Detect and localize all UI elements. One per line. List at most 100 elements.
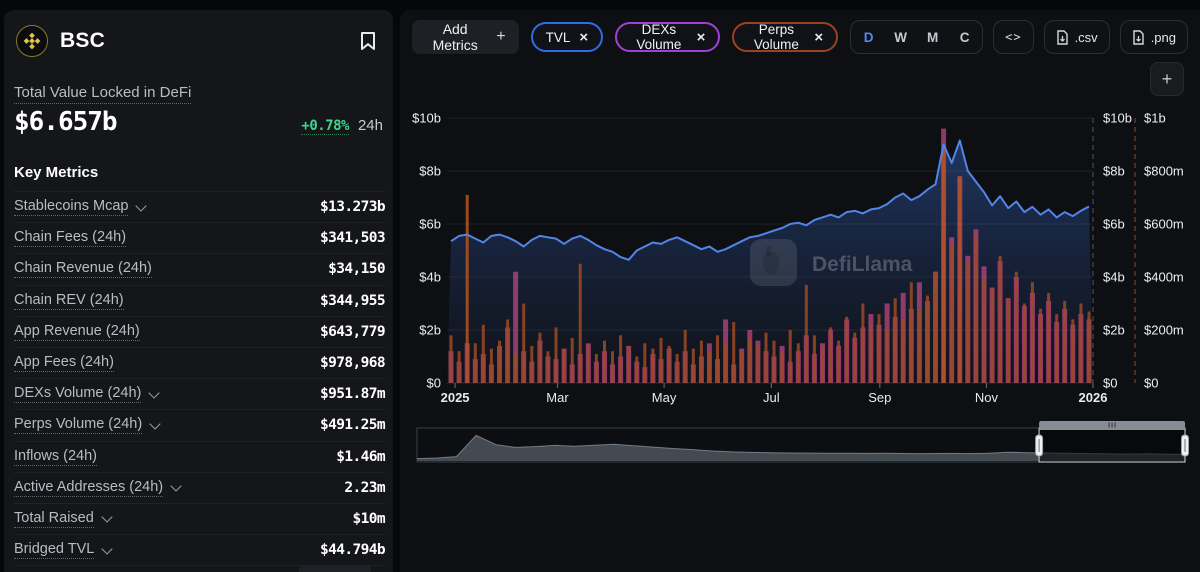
svg-text:$2b: $2b [1103, 323, 1125, 338]
tvl-change-24h[interactable]: +0.78% [301, 118, 349, 135]
chevron-down-icon[interactable] [149, 387, 160, 398]
metric-value: $951.87m [320, 386, 385, 402]
svg-text:$8b: $8b [419, 164, 441, 179]
sidebar-bottom-partial-button[interactable] [299, 565, 371, 572]
svg-text:Nov: Nov [975, 390, 999, 405]
toolbar-right-group: DWMC <> .csv .png [850, 20, 1188, 54]
svg-text:Mar: Mar [546, 390, 569, 405]
metric-label[interactable]: Chain Fees (24h) [14, 229, 126, 247]
csv-label: .csv [1075, 30, 1098, 45]
svg-text:$1b: $1b [1144, 111, 1166, 126]
chart-toolbar: Add Metrics + TVL×DEXs Volume×Perps Volu… [412, 20, 1188, 54]
brush-selection[interactable] [1039, 428, 1185, 462]
add-metrics-button[interactable]: Add Metrics + [412, 20, 519, 54]
brush-handle-left[interactable] [1036, 435, 1043, 456]
page: BSC Total Value Locked in DeFi $6.657b +… [0, 0, 1200, 572]
metric-row: Bridged TVL $44.794b [14, 535, 385, 566]
key-metrics-table: Stablecoins Mcap $13.273b Chain Fees (24h)… [14, 191, 385, 566]
close-icon[interactable]: × [579, 30, 588, 45]
metric-row: App Revenue (24h) $643,779 [14, 317, 385, 348]
chain-overview-panel: BSC Total Value Locked in DeFi $6.657b +… [4, 10, 393, 572]
metric-pill-perps-volume[interactable]: Perps Volume× [732, 22, 838, 52]
png-export-button[interactable]: .png [1120, 20, 1188, 54]
chevron-down-icon[interactable] [170, 481, 181, 492]
metric-label[interactable]: Chain Revenue (24h) [14, 260, 152, 278]
interval-button-m[interactable]: M [919, 24, 946, 50]
interval-button-d[interactable]: D [855, 24, 882, 50]
svg-text:$10b: $10b [1103, 111, 1132, 126]
add-metrics-label: Add Metrics [425, 21, 485, 53]
interval-button-c[interactable]: C [951, 24, 978, 50]
metric-label[interactable]: Total Raised [14, 510, 94, 528]
chain-header: BSC [4, 10, 393, 57]
svg-text:DefiLlama: DefiLlama [812, 253, 913, 276]
metric-label[interactable]: Bridged TVL [14, 541, 94, 559]
close-icon[interactable]: × [697, 30, 706, 45]
chart-panel: Add Metrics + TVL×DEXs Volume×Perps Volu… [400, 10, 1200, 572]
chevron-down-icon[interactable] [101, 512, 112, 523]
metric-value: $10m [352, 511, 385, 527]
chart-zoom-plus-button[interactable]: + [1150, 62, 1184, 96]
metric-value: $344,955 [320, 293, 385, 309]
metric-label[interactable]: Inflows (24h) [14, 448, 97, 466]
svg-text:$800m: $800m [1144, 164, 1184, 179]
svg-text:2026: 2026 [1079, 390, 1108, 405]
metric-row: Chain Fees (24h)$341,503 [14, 223, 385, 254]
svg-text:$2b: $2b [419, 323, 441, 338]
svg-text:May: May [652, 390, 677, 405]
svg-text:$0: $0 [1103, 376, 1117, 391]
svg-text:2025: 2025 [441, 390, 470, 405]
metric-row: App Fees (24h) $978,968 [14, 348, 385, 379]
svg-text:$0: $0 [427, 376, 441, 391]
metric-value: $44.794b [320, 542, 385, 558]
svg-text:Sep: Sep [868, 390, 891, 405]
interval-button-w[interactable]: W [887, 24, 914, 50]
svg-text:$4b: $4b [1103, 270, 1125, 285]
tvl-volume-chart[interactable]: $10b$10b$1b$8b$8b$800m$6b$6b$600m$4b$4b$… [400, 10, 1200, 572]
metric-label[interactable]: Stablecoins Mcap [14, 198, 128, 216]
svg-text:$4b: $4b [419, 270, 441, 285]
svg-text:$400m: $400m [1144, 270, 1184, 285]
metric-pill-tvl[interactable]: TVL × [531, 22, 604, 52]
metric-value: $13.273b [320, 199, 385, 215]
metric-label[interactable]: App Fees (24h) [14, 354, 114, 372]
key-metrics-title: Key Metrics [14, 164, 393, 181]
svg-text:$0: $0 [1144, 376, 1158, 391]
bnb-diamond-icon [23, 32, 41, 50]
metric-row: Active Addresses (24h) 2.23m [14, 473, 385, 504]
metric-label[interactable]: App Revenue (24h) [14, 323, 140, 341]
tvl-label[interactable]: Total Value Locked in DeFi [14, 84, 191, 104]
chain-title: BSC [60, 29, 105, 53]
close-icon[interactable]: × [814, 30, 823, 45]
metric-label[interactable]: Active Addresses (24h) [14, 479, 163, 497]
metric-label[interactable]: DEXs Volume (24h) [14, 385, 141, 403]
x-axis: 2025MarMayJulSepNov2026 [441, 383, 1108, 405]
chevron-down-icon[interactable] [149, 418, 160, 429]
tvl-change-period: 24h [358, 117, 383, 134]
metric-row: Stablecoins Mcap $13.273b [14, 192, 385, 223]
pill-label: TVL [546, 30, 571, 45]
metric-row: Chain REV (24h) $344,955 [14, 286, 385, 317]
metric-row: Perps Volume (24h) $491.25m [14, 410, 385, 441]
chevron-down-icon[interactable] [102, 543, 113, 554]
csv-export-button[interactable]: .csv [1044, 20, 1110, 54]
metric-value: $491.25m [320, 417, 385, 433]
metric-value: $1.46m [336, 449, 385, 465]
metric-row: Chain Revenue (24h)$34,150 [14, 254, 385, 285]
svg-text:$6b: $6b [419, 217, 441, 232]
brush-handle-right[interactable] [1182, 435, 1189, 456]
embed-code-button[interactable]: <> [993, 20, 1033, 54]
png-label: .png [1151, 30, 1176, 45]
chevron-down-icon[interactable] [136, 200, 147, 211]
metric-pill-dexs-volume[interactable]: DEXs Volume× [615, 22, 720, 52]
metric-label[interactable]: Chain REV (24h) [14, 292, 124, 310]
range-brush[interactable] [417, 421, 1189, 462]
metric-value: $978,968 [320, 355, 385, 371]
bookmark-icon[interactable] [359, 31, 377, 51]
metric-label[interactable]: Perps Volume (24h) [14, 416, 142, 434]
metric-value: 2.23m [344, 480, 385, 496]
tvl-value: $6.657b [14, 107, 117, 137]
metric-value: $643,779 [320, 324, 385, 340]
plus-icon: + [496, 28, 505, 46]
file-download-icon [1056, 30, 1069, 45]
